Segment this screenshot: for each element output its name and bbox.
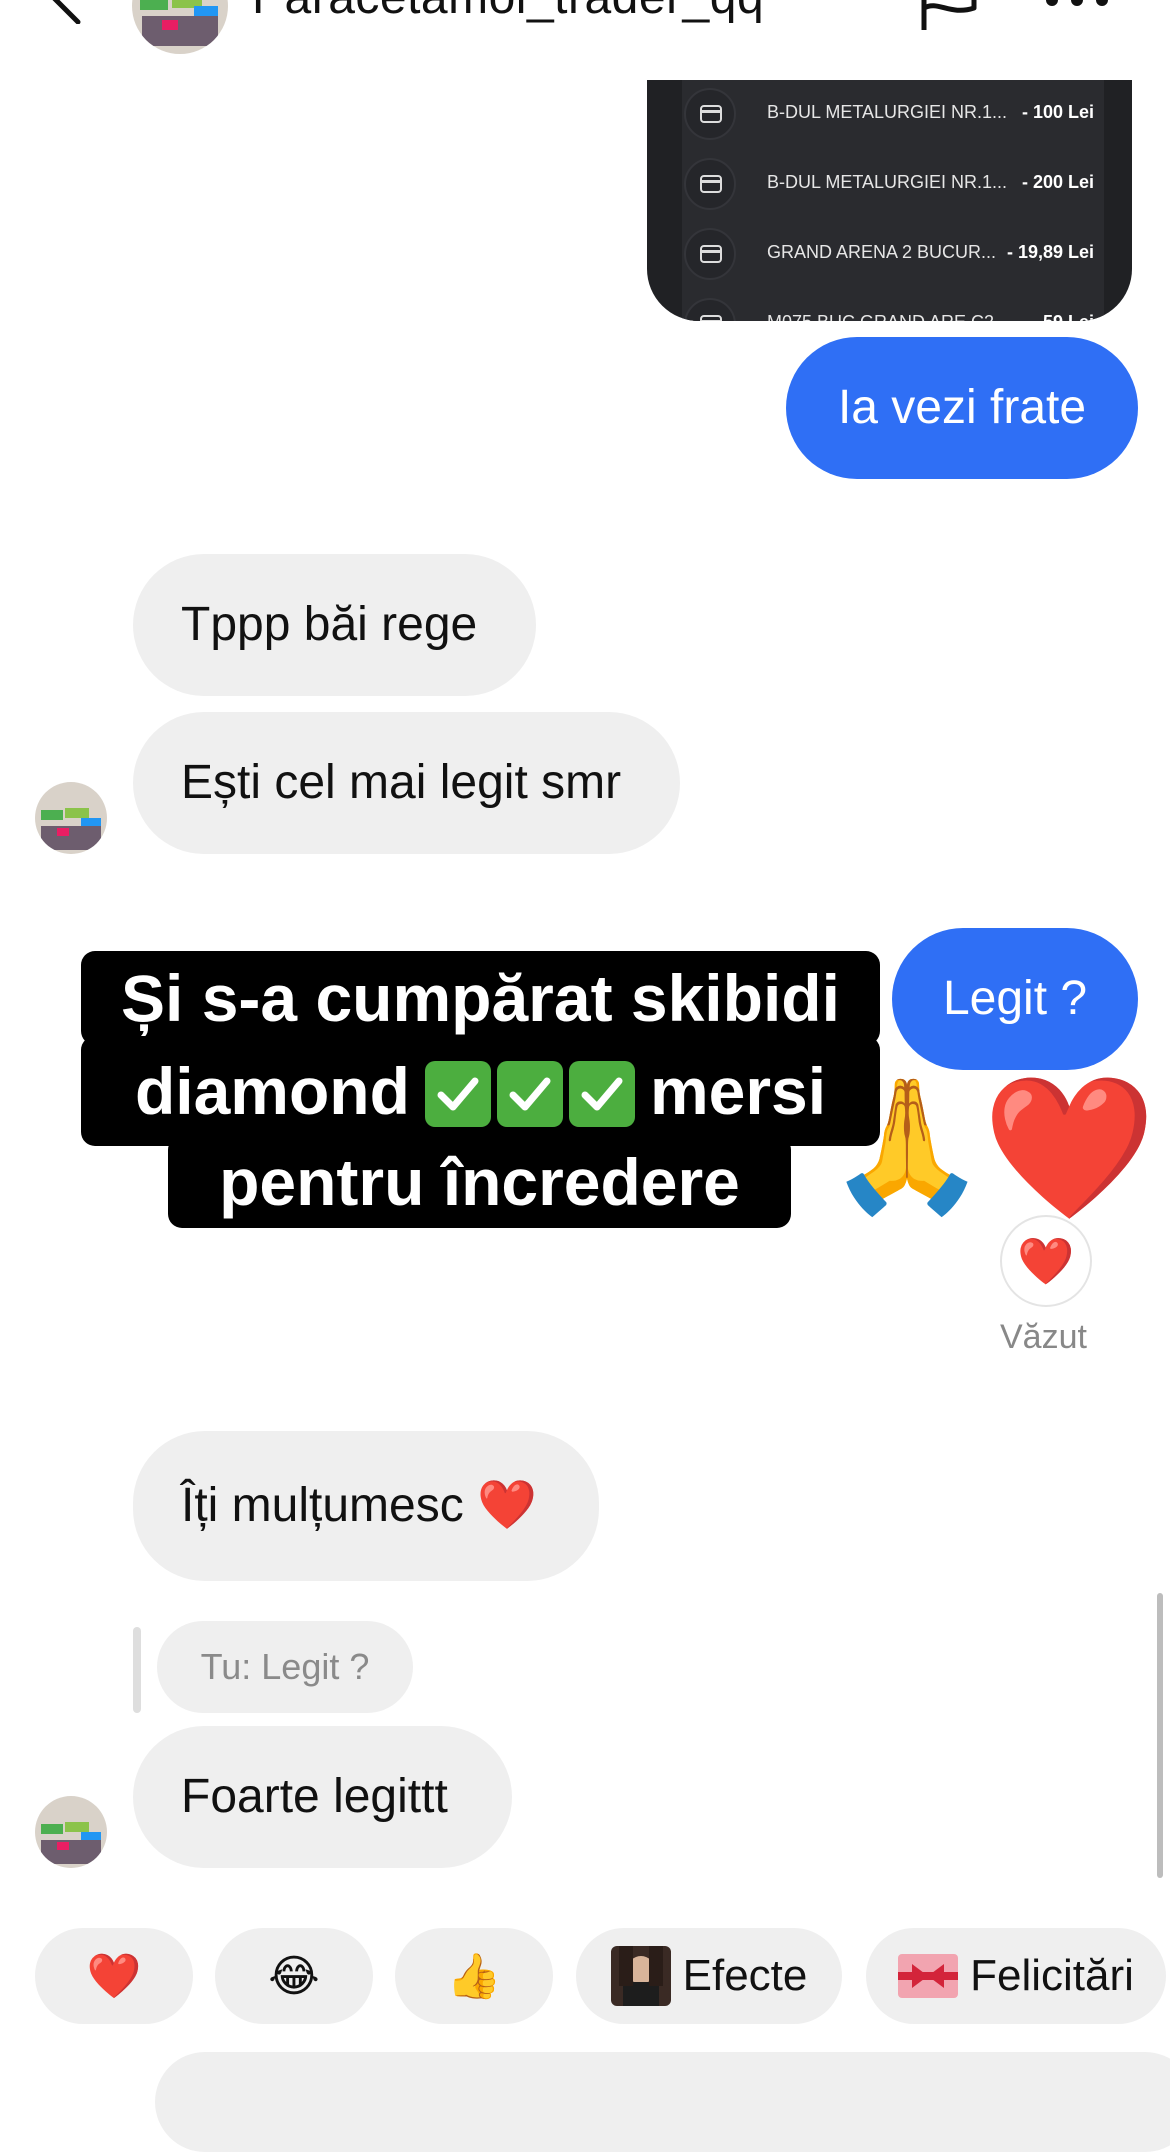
check-icon	[568, 1060, 635, 1127]
card-icon	[684, 298, 736, 321]
transaction-amount: - 100 Lei	[1021, 102, 1094, 122]
transaction-row: B-DUL METALURGIEI NR.1... - 100 Lei	[682, 80, 1104, 148]
reply-quote[interactable]: Tu: Legit ?	[157, 1621, 413, 1713]
contact-name[interactable]: Paracetamol_trader_qq	[252, 0, 764, 25]
check-icon	[496, 1060, 563, 1127]
effects-label: Efecte	[682, 1951, 808, 2000]
quick-reaction-heart[interactable]: ❤️	[35, 1928, 193, 2024]
heart-reaction-icon: ❤️	[1017, 1234, 1075, 1287]
card-icon	[684, 88, 736, 140]
congrats-label: Felicitări	[970, 1951, 1134, 2000]
transaction-row: GRAND ARENA 2 BUCUR... - 19,89 Lei	[682, 218, 1104, 288]
transaction-merchant: GRAND ARENA 2 BUCUR...	[767, 242, 997, 262]
caption-line-1: Și s-a cumpărat skibidi	[81, 951, 880, 1045]
heart-emoji: ❤️	[982, 1069, 1157, 1226]
transaction-row: B-DUL METALURGIEI NR.1... - 200 Lei	[682, 148, 1104, 218]
message-incoming[interactable]: Îți mulțumesc ❤️	[133, 1431, 599, 1581]
card-icon	[684, 158, 736, 210]
transaction-amount: - 200 Lei	[1021, 172, 1094, 192]
seen-status: Văzut	[1000, 1318, 1087, 1356]
transaction-list: B-DUL METALURGIEI NR.1... - 100 Lei B-DU…	[682, 80, 1104, 321]
shared-image[interactable]: B-DUL METALURGIEI NR.1... - 100 Lei B-DU…	[647, 80, 1132, 321]
flag-icon[interactable]	[916, 0, 982, 30]
congrats-button[interactable]: Felicitări	[866, 1928, 1166, 2024]
scrollbar[interactable]	[1157, 1593, 1163, 1878]
reply-indicator	[133, 1627, 141, 1713]
message-incoming[interactable]: Ești cel mai legit smr	[133, 712, 680, 854]
caption-line-2-end: mersi	[649, 1054, 827, 1128]
contact-avatar[interactable]	[132, 0, 228, 54]
contact-avatar-small[interactable]	[35, 782, 107, 854]
transaction-amount: - 19,89 Lei	[1006, 242, 1094, 262]
caption-line-2-start: diamond	[134, 1054, 410, 1128]
effects-button[interactable]: Efecte	[576, 1928, 842, 2024]
gift-icon	[898, 1954, 959, 1998]
quick-reaction-thumbs-up[interactable]: 👍	[395, 1928, 553, 2024]
transaction-merchant: B-DUL METALURGIEI NR.1...	[767, 172, 1008, 192]
caption-line-2: diamond mersi	[81, 1036, 880, 1146]
message-outgoing[interactable]: Ia vezi frate	[786, 337, 1138, 479]
card-icon	[684, 228, 736, 280]
caption-line-3: pentru încredere	[168, 1136, 791, 1228]
transaction-merchant: B-DUL METALURGIEI NR.1...	[767, 102, 1008, 122]
transaction-row: M075 BUC GRAND ARE C2... - 59 Lei	[682, 288, 1104, 321]
more-icon[interactable]	[1042, 0, 1112, 10]
message-outgoing[interactable]: Legit ?	[892, 928, 1138, 1070]
reaction-badge[interactable]: ❤️	[1000, 1215, 1092, 1307]
message-incoming[interactable]: Foarte legittt	[133, 1726, 512, 1868]
back-icon[interactable]	[40, 0, 96, 25]
chat-header: Paracetamol_trader_qq	[0, 0, 1170, 80]
prayer-emoji: 🙏	[826, 1072, 988, 1218]
check-icon	[424, 1060, 491, 1127]
quick-reaction-laugh[interactable]: 😂	[215, 1928, 373, 2024]
contact-avatar-small[interactable]	[35, 1796, 107, 1868]
transaction-amount: - 59 Lei	[1032, 312, 1094, 321]
effects-thumbnail-icon	[610, 1946, 671, 2006]
transaction-merchant: M075 BUC GRAND ARE C2...	[767, 312, 1009, 321]
check-emoji-group	[422, 1055, 638, 1127]
message-incoming[interactable]: Tppp băi rege	[133, 554, 536, 696]
message-composer[interactable]	[155, 2052, 1170, 2152]
